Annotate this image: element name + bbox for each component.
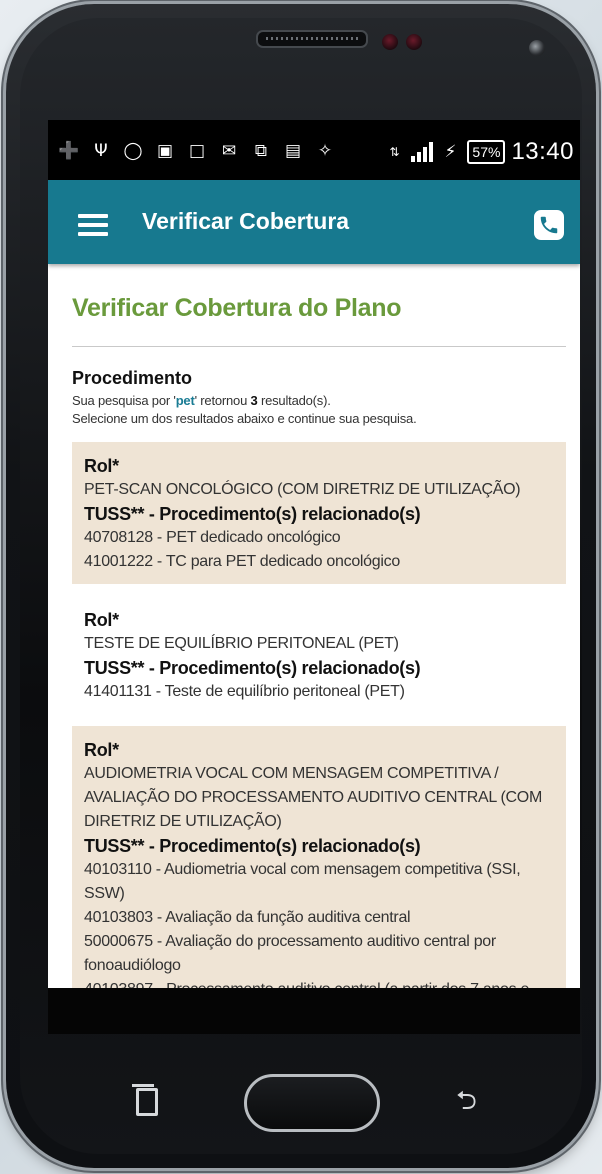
plus-square-icon: ➕ bbox=[58, 141, 80, 161]
signal-icon bbox=[411, 142, 434, 162]
result-item[interactable]: Rol* AUDIOMETRIA VOCAL COM MENSAGEM COMP… bbox=[72, 726, 566, 988]
result-item[interactable]: Rol* TESTE DE EQUILÍBRIO PERITONEAL (PET… bbox=[72, 596, 566, 714]
square-icon: □ bbox=[188, 141, 206, 161]
title-divider bbox=[72, 346, 566, 347]
front-camera bbox=[529, 40, 545, 56]
image-icon: ▣ bbox=[156, 141, 174, 161]
tuss-item: 50000675 - Avaliação do processamento au… bbox=[84, 933, 496, 974]
page-title: Verificar Cobertura do Plano bbox=[72, 294, 402, 322]
earpiece-speaker bbox=[256, 30, 368, 48]
recent-apps-icon[interactable] bbox=[132, 1084, 158, 1116]
gmail-icon: ✉ bbox=[221, 141, 237, 161]
tuss-item: 41001222 - TC para PET dedicado oncológi… bbox=[84, 553, 400, 570]
rol-label: Rol* bbox=[84, 740, 119, 760]
result-item[interactable]: Rol* PET-SCAN ONCOLÓGICO (COM DIRETRIZ D… bbox=[72, 442, 566, 584]
tuss-item: 40708128 - PET dedicado oncológico bbox=[84, 529, 341, 546]
tuss-label: TUSS** - Procedimento(s) relacionado(s) bbox=[84, 658, 421, 678]
search-instruction: Selecione um dos resultados abaixo e con… bbox=[72, 411, 417, 426]
search-info: Sua pesquisa por 'pet' retornou 3 result… bbox=[72, 392, 417, 428]
tuss-label: TUSS** - Procedimento(s) relacionado(s) bbox=[84, 504, 421, 524]
app-bar: Verificar Cobertura bbox=[48, 180, 580, 264]
battery-indicator: 57% bbox=[467, 140, 506, 164]
search-summary: Sua pesquisa por 'pet' retornou 3 result… bbox=[72, 393, 331, 408]
hamburger-menu-icon[interactable] bbox=[78, 214, 108, 236]
status-bar: ➕ Ψ ◯ ▣ □ ✉ ⧉ ▤ ✧ ⇅ ⚡ 57% 13:40 bbox=[48, 120, 580, 180]
tuss-item: 40103110 - Audiometria vocal com mensage… bbox=[84, 861, 521, 902]
usb-icon: Ψ bbox=[94, 141, 108, 161]
app-title: Verificar Cobertura bbox=[142, 208, 350, 234]
status-right: ⇅ ⚡ 57% 13:40 bbox=[383, 138, 574, 166]
copy-icon: ⧉ bbox=[254, 141, 268, 161]
result-count: 3 bbox=[250, 393, 258, 408]
data-arrows-icon: ⇅ bbox=[389, 145, 400, 159]
lightbulb-icon: ✧ bbox=[317, 141, 333, 161]
screen-bottom-bar bbox=[48, 988, 580, 1034]
sensor-dot-left bbox=[382, 34, 398, 50]
rol-label: Rol* bbox=[84, 456, 119, 476]
section-label: Procedimento bbox=[72, 368, 193, 388]
tuss-item: 41401131 - Teste de equilíbrio peritonea… bbox=[84, 683, 405, 700]
tuss-item: 40103897 - Processamento auditivo centra… bbox=[84, 978, 554, 988]
sensor-dot-right bbox=[406, 34, 422, 50]
tuss-item: 40103803 - Avaliação da função auditiva … bbox=[84, 909, 411, 926]
back-icon[interactable]: ⮌ bbox=[456, 1088, 490, 1114]
content-area: Verificar Cobertura do Plano Procediment… bbox=[48, 264, 580, 988]
screen: ➕ Ψ ◯ ▣ □ ✉ ⧉ ▤ ✧ ⇅ ⚡ 57% 13:40 Verifica… bbox=[48, 120, 580, 988]
home-button[interactable] bbox=[244, 1074, 380, 1132]
notification-icons: ➕ Ψ ◯ ▣ □ ✉ ⧉ ▤ ✧ bbox=[58, 140, 336, 162]
rol-text: PET-SCAN ONCOLÓGICO (COM DIRETRIZ DE UTI… bbox=[84, 481, 521, 498]
rol-label: Rol* bbox=[84, 610, 119, 630]
messenger-icon: ◯ bbox=[123, 141, 143, 161]
clock: 13:40 bbox=[511, 138, 574, 165]
phone-icon[interactable] bbox=[534, 210, 564, 240]
media-icon: ▤ bbox=[284, 141, 302, 161]
search-term: pet bbox=[175, 393, 195, 408]
rol-text: TESTE DE EQUILÍBRIO PERITONEAL (PET) bbox=[84, 635, 399, 652]
rol-text: AUDIOMETRIA VOCAL COM MENSAGEM COMPETITI… bbox=[84, 765, 542, 830]
charging-icon: ⚡ bbox=[444, 142, 457, 162]
tuss-label: TUSS** - Procedimento(s) relacionado(s) bbox=[84, 836, 421, 856]
